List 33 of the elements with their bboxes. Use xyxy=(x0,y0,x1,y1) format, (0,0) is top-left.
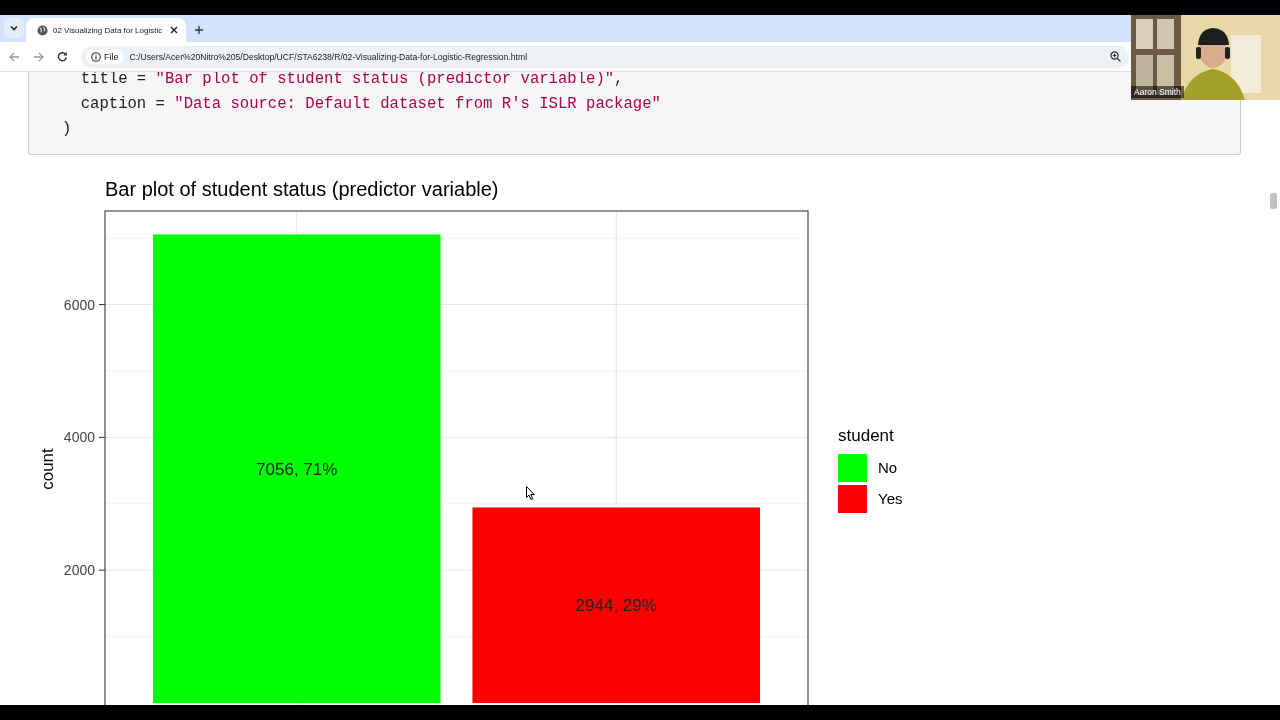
chart-title: Bar plot of student status (predictor variable) xyxy=(105,178,499,200)
bar-value-label: 7056, 71% xyxy=(256,459,338,479)
code-line: ) xyxy=(62,119,72,140)
forward-icon[interactable] xyxy=(33,51,44,62)
y-tick-label: 2000 xyxy=(63,562,95,579)
legend-title: student xyxy=(838,426,894,445)
y-tick-label: 4000 xyxy=(63,429,95,446)
reload-icon[interactable] xyxy=(57,51,68,62)
site-info-button[interactable]: File xyxy=(86,49,124,64)
legend-label: Yes xyxy=(878,490,903,507)
legend-label: No xyxy=(878,459,898,476)
url-text: C:/Users/Acer%20Nitro%205/Desktop/UCF/STA6238/R/02-Visualizing-Data-for-Logistic-Regression.html xyxy=(129,51,529,62)
info-icon xyxy=(91,51,101,62)
axis-tick xyxy=(98,569,106,571)
close-icon[interactable] xyxy=(170,26,178,34)
participant-name: Aaron Smith xyxy=(1131,86,1184,98)
y-tick-label: 6000 xyxy=(63,296,95,313)
y-axis-title: count xyxy=(38,448,57,490)
address-field[interactable]: File C:/Users/Acer%20Nitro%205/Desktop/UCF/STA6238/R/02-Visualizing-Data-for-Logistic-Regression.html xyxy=(81,45,1129,68)
code-line: caption = "Data source: Default dataset from R's ISLR package" xyxy=(79,94,661,115)
globe-icon xyxy=(37,24,48,36)
code-line: title = "Bar plot of student status (predictor variable)", xyxy=(79,72,624,90)
mouse-cursor-icon xyxy=(526,486,535,500)
axis-tick xyxy=(98,436,106,438)
bar-value-label: 2944, 29% xyxy=(575,596,657,616)
caret-icon xyxy=(9,23,19,33)
zoom-icon[interactable] xyxy=(1110,51,1121,62)
tab-list-button[interactable] xyxy=(4,18,24,38)
axis-tick xyxy=(98,304,106,306)
tab-title: 02 Visualizing Data for Logistic xyxy=(53,25,164,35)
browser-tab[interactable]: 02 Visualizing Data for Logistic xyxy=(26,18,186,42)
new-tab-icon[interactable] xyxy=(194,25,204,35)
back-icon[interactable] xyxy=(9,51,20,62)
